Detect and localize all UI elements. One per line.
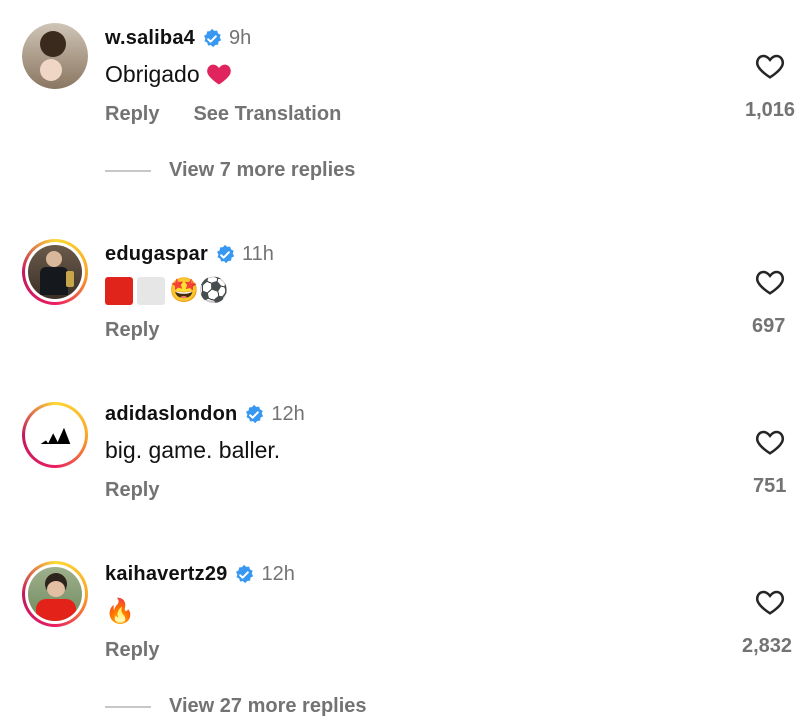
heart-outline-icon	[755, 270, 785, 295]
avatar[interactable]	[22, 239, 88, 305]
like-button[interactable]	[730, 266, 808, 303]
verified-badge-icon	[236, 564, 254, 583]
avatar[interactable]	[22, 561, 88, 627]
divider-line	[105, 705, 151, 708]
heart-outline-icon	[755, 54, 785, 79]
username[interactable]: kaihavertz29	[105, 563, 227, 586]
view-replies-label: View 27 more replies	[169, 695, 367, 717]
divider-line	[105, 169, 151, 172]
avatar-photo	[28, 245, 82, 299]
heart-outline-icon	[755, 430, 785, 455]
verified-badge-icon	[204, 28, 222, 47]
like-button[interactable]	[730, 586, 808, 623]
avatar-photo	[28, 567, 82, 621]
adidas-logo-icon	[40, 427, 71, 444]
reply-button[interactable]: Reply	[105, 639, 159, 662]
view-replies-button[interactable]: View 27 more replies	[105, 695, 367, 718]
view-replies-button[interactable]: View 7 more replies	[105, 159, 355, 182]
comment-emoji: 🤩⚽	[169, 277, 229, 304]
username[interactable]: edugaspar	[105, 243, 208, 266]
timestamp: 12h	[271, 403, 305, 425]
like-count: 697	[752, 315, 786, 337]
like-button[interactable]	[730, 426, 808, 463]
avatar[interactable]	[22, 23, 88, 89]
like-count: 751	[753, 475, 787, 497]
reply-button[interactable]: Reply	[105, 479, 159, 502]
timestamp: 9h	[229, 27, 252, 49]
white-square-icon	[137, 276, 165, 305]
timestamp: 11h	[241, 243, 274, 265]
comment-text: Obrigado	[105, 60, 200, 87]
verified-badge-icon	[246, 404, 264, 423]
view-replies-label: View 7 more replies	[169, 159, 356, 181]
heart-outline-icon	[755, 590, 785, 615]
fire-emoji: 🔥	[105, 598, 135, 625]
like-count: 1,016	[745, 99, 796, 121]
username[interactable]: adidaslondon	[105, 403, 237, 426]
heart-emoji-icon	[206, 64, 231, 85]
timestamp: 12h	[261, 563, 295, 585]
reply-button[interactable]: Reply	[105, 319, 159, 342]
username[interactable]: w.saliba4	[105, 27, 195, 50]
like-button[interactable]	[730, 50, 808, 87]
avatar-photo	[22, 23, 88, 89]
verified-badge-icon	[216, 244, 235, 263]
red-square-icon	[105, 276, 133, 305]
see-translation-button[interactable]: See Translation	[193, 103, 341, 126]
like-count: 2,832	[742, 635, 793, 657]
reply-button[interactable]: Reply	[105, 103, 159, 126]
avatar-photo	[28, 408, 82, 462]
avatar[interactable]	[22, 402, 88, 468]
comment-text: big. game. baller.	[105, 437, 281, 463]
